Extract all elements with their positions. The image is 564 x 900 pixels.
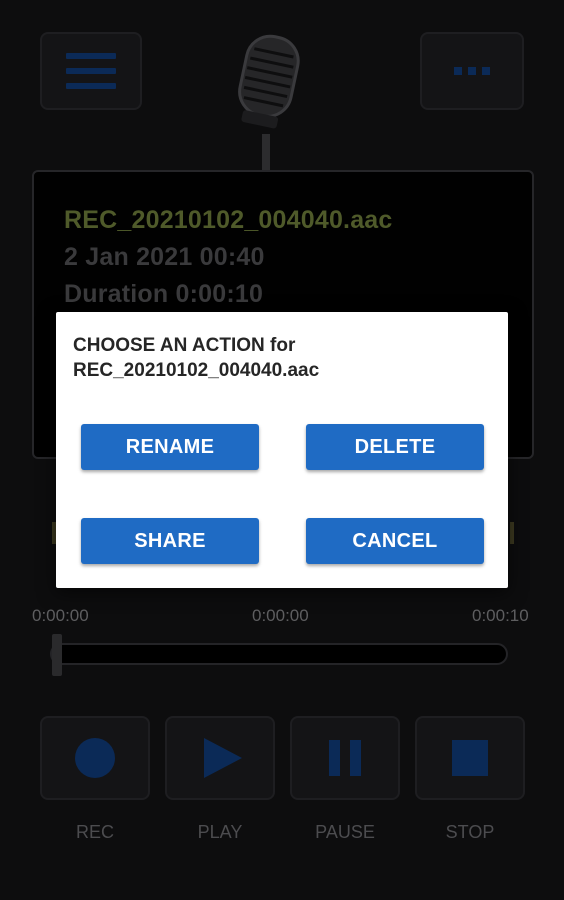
action-dialog: CHOOSE AN ACTION for REC_20210102_004040…: [56, 312, 508, 588]
share-button[interactable]: SHARE: [81, 518, 259, 564]
menu-button[interactable]: [40, 32, 142, 110]
stop-icon: [452, 740, 488, 776]
dialog-title: CHOOSE AN ACTION for REC_20210102_004040…: [73, 333, 493, 383]
pause-button[interactable]: [290, 716, 400, 800]
stop-button[interactable]: [415, 716, 525, 800]
microphone-icon: [238, 34, 300, 172]
time-current-label: 0:00:00: [252, 606, 309, 625]
seek-bar-track[interactable]: [50, 643, 508, 665]
play-label: PLAY: [197, 822, 243, 842]
rename-button[interactable]: RENAME: [81, 424, 259, 470]
level-meter-right: [510, 522, 514, 544]
seek-bar-thumb[interactable]: [52, 634, 62, 676]
dialog-title-filename: REC_20210102_004040.aac: [73, 360, 320, 381]
delete-button[interactable]: DELETE: [306, 424, 484, 470]
stop-label: STOP: [445, 822, 495, 842]
cancel-button[interactable]: CANCEL: [306, 518, 484, 564]
recording-duration: Duration 0:00:10: [64, 280, 264, 308]
pause-label: PAUSE: [315, 822, 375, 842]
recorder-screen: REC_20210102_004040.aac 2 Jan 2021 00:40…: [0, 0, 564, 900]
time-start-label: 0:00:00: [32, 606, 89, 625]
more-options-icon: [454, 67, 490, 75]
play-icon: [204, 738, 242, 778]
dialog-title-line1: CHOOSE AN ACTION for: [73, 335, 296, 356]
hamburger-menu-icon: [66, 51, 116, 91]
recording-date: 2 Jan 2021 00:40: [64, 243, 265, 271]
record-button[interactable]: [40, 716, 150, 800]
play-button[interactable]: [165, 716, 275, 800]
recording-filename: REC_20210102_004040.aac: [64, 206, 393, 234]
record-icon: [75, 738, 115, 778]
pause-icon: [329, 740, 361, 776]
record-label: REC: [75, 822, 114, 842]
time-end-label: 0:00:10: [472, 606, 529, 625]
more-options-button[interactable]: [420, 32, 524, 110]
